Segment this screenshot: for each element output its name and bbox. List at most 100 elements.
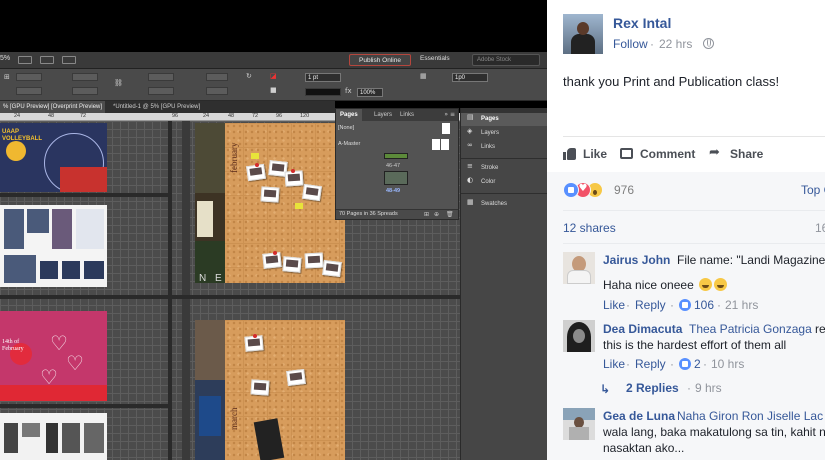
spread-photo-grid[interactable] bbox=[0, 205, 107, 287]
author-avatar[interactable] bbox=[563, 14, 603, 54]
vertical-scrollbar[interactable] bbox=[168, 121, 172, 460]
constrain-proportions-icon[interactable]: ⛓ bbox=[114, 79, 123, 87]
separator-dot: · bbox=[703, 357, 707, 371]
comment-reply-link[interactable]: Reply bbox=[635, 298, 666, 312]
share-button[interactable]: Share bbox=[730, 147, 763, 161]
dock-item-layers[interactable]: ◈ Layers bbox=[461, 127, 547, 140]
comment-like-count[interactable]: 2 bbox=[694, 357, 701, 371]
height-field[interactable] bbox=[72, 87, 98, 95]
scale-y-field[interactable] bbox=[148, 87, 174, 95]
publish-online-button[interactable]: Publish Online bbox=[349, 54, 411, 66]
panel-menu-icon[interactable]: » ≡ bbox=[444, 109, 455, 121]
width-field[interactable] bbox=[72, 73, 98, 81]
edit-page-size-icon[interactable]: ⊞ bbox=[424, 211, 429, 218]
document-tab-untitled[interactable]: *Untitled-1 @ 5% [GPU Preview] bbox=[110, 101, 203, 113]
separator-dot: · bbox=[670, 357, 674, 371]
commenter-avatar[interactable] bbox=[563, 408, 595, 440]
rotate-icon[interactable]: ↻ bbox=[246, 72, 252, 80]
spread-uaap-volleyball[interactable]: UAAP VOLLEYBALL bbox=[0, 123, 107, 192]
commenter-name[interactable]: Dea Dimacuta bbox=[603, 322, 682, 336]
heart-icon: ♡ bbox=[66, 351, 84, 375]
polaroid-photo bbox=[302, 183, 322, 202]
comment-button[interactable]: Comment bbox=[640, 147, 695, 161]
new-page-icon[interactable]: ⊕ bbox=[434, 211, 439, 218]
view-replies-link[interactable]: 2 Replies bbox=[626, 381, 679, 395]
rotation-field[interactable] bbox=[206, 73, 228, 81]
comment-timestamp[interactable]: 10 hrs bbox=[711, 357, 744, 371]
avatar-body bbox=[567, 270, 591, 284]
avatar-head bbox=[573, 329, 585, 343]
comment-icon[interactable] bbox=[620, 148, 633, 159]
uaap-title: UAAP VOLLEYBALL bbox=[2, 129, 42, 142]
stroke-weight-field[interactable]: 1 pt bbox=[305, 73, 341, 82]
commenter-name[interactable]: Jairus John bbox=[603, 253, 670, 267]
comment-like-link[interactable]: Like bbox=[603, 298, 625, 312]
follow-link[interactable]: Follow bbox=[613, 37, 648, 51]
commenter-name[interactable]: Gea de Luna bbox=[603, 409, 675, 423]
month-label-february: february bbox=[229, 142, 239, 173]
photo bbox=[195, 123, 225, 193]
commenter-avatar[interactable] bbox=[563, 320, 595, 352]
delete-page-icon[interactable]: 🗑 bbox=[446, 211, 454, 218]
text-wrap-icon[interactable]: ▦ bbox=[420, 72, 427, 80]
dock-item-swatches[interactable]: ▦ Swatches bbox=[461, 198, 547, 211]
spread-corkboard-february[interactable]: february N E bbox=[195, 123, 345, 283]
shares-link[interactable]: 12 shares bbox=[563, 221, 616, 235]
workspace-switcher[interactable]: Essentials bbox=[420, 55, 450, 62]
top-comments-sort[interactable]: Top Comments bbox=[801, 183, 825, 197]
dock-item-color[interactable]: ◐ Color bbox=[461, 176, 547, 189]
globe-icon[interactable] bbox=[703, 38, 714, 49]
opacity-field[interactable]: 100% bbox=[357, 88, 383, 97]
screen-mode-icon[interactable] bbox=[40, 56, 54, 64]
reference-point-icon[interactable]: ⊞ bbox=[4, 73, 10, 81]
x-field[interactable] bbox=[16, 73, 42, 81]
thumbs-up-icon[interactable] bbox=[563, 147, 577, 160]
tab-pages[interactable]: Pages bbox=[336, 109, 362, 121]
pages-panel[interactable]: Pages Layers Links » ≡ [None] A-Master 4… bbox=[335, 108, 459, 220]
stroke-swatch-icon[interactable]: ■ bbox=[270, 86, 277, 94]
photo bbox=[22, 423, 40, 437]
document-tab-active[interactable]: % [GPU Preview] [Overprint Preview] bbox=[0, 101, 106, 113]
tab-links[interactable]: Links bbox=[396, 109, 418, 121]
zoom-select[interactable]: 5% bbox=[0, 55, 10, 62]
comment-like-count[interactable]: 106 bbox=[694, 298, 714, 312]
y-field[interactable] bbox=[16, 87, 42, 95]
spread-thumbnail[interactable] bbox=[384, 153, 408, 159]
commenter-avatar[interactable] bbox=[563, 252, 595, 284]
like-reaction-icon[interactable] bbox=[563, 182, 579, 198]
tagged-user[interactable]: Thea Patricia Gonzaga bbox=[689, 322, 812, 336]
comment-like-link[interactable]: Like bbox=[603, 357, 625, 371]
master-thumbnail bbox=[432, 139, 440, 150]
comment-reply-link[interactable]: Reply bbox=[635, 357, 666, 371]
dock-label: Swatches bbox=[481, 201, 508, 207]
reaction-count[interactable]: 976 bbox=[614, 183, 634, 197]
dock-item-links[interactable]: ∞ Links bbox=[461, 141, 547, 154]
swatches-icon: ▦ bbox=[467, 198, 474, 206]
scale-x-field[interactable] bbox=[148, 73, 174, 81]
none-master[interactable]: [None] bbox=[338, 125, 354, 131]
spread-valentines[interactable]: ♡ ♡ ♡ 14th of February bbox=[0, 311, 107, 401]
adobe-stock-search[interactable]: Adobe Stock bbox=[472, 54, 540, 66]
arrange-documents-icon[interactable] bbox=[62, 56, 76, 64]
dock-item-pages[interactable]: ▤ Pages bbox=[461, 113, 547, 126]
stroke-type-select[interactable] bbox=[305, 88, 341, 96]
fill-none-icon[interactable]: ◪ bbox=[270, 72, 277, 80]
comment-timestamp[interactable]: 21 hrs bbox=[725, 298, 758, 312]
dock-item-stroke[interactable]: ≡ Stroke bbox=[461, 162, 547, 175]
gutter-field[interactable]: 1p0 bbox=[452, 73, 488, 82]
spread-black-white[interactable] bbox=[0, 413, 107, 460]
view-options-icon[interactable] bbox=[18, 56, 32, 64]
author-name[interactable]: Rex Intal bbox=[613, 15, 671, 31]
post-timestamp[interactable]: 22 hrs bbox=[659, 37, 692, 51]
ruler-number: 96 bbox=[276, 113, 283, 119]
tab-layers[interactable]: Layers bbox=[370, 109, 396, 121]
effects-icon[interactable]: fx bbox=[345, 87, 352, 95]
spread-corkboard-march[interactable]: march bbox=[195, 320, 345, 460]
spread-thumbnail[interactable] bbox=[384, 171, 408, 185]
like-button[interactable]: Like bbox=[583, 147, 607, 161]
share-arrow-icon[interactable]: ➦ bbox=[709, 145, 723, 160]
shear-field[interactable] bbox=[206, 87, 228, 95]
tagged-user[interactable]: Naha Giron Ron Jiselle Lac bbox=[677, 409, 823, 423]
avatar-body bbox=[571, 34, 595, 54]
a-master[interactable]: A-Master bbox=[338, 141, 360, 147]
